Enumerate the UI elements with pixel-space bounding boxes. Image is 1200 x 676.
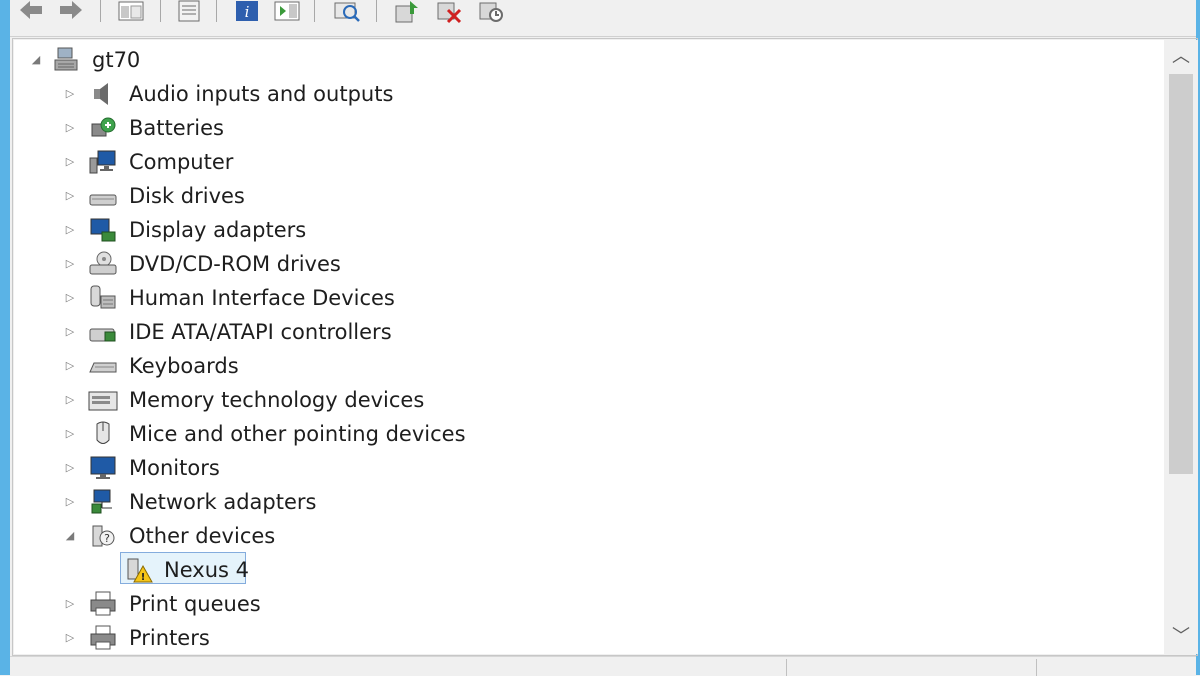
expand-arrow-icon[interactable]: ▷ — [62, 154, 78, 170]
expand-arrow-icon[interactable]: ▷ — [62, 290, 78, 306]
tree-item-label: Other devices — [129, 524, 276, 548]
collapse-arrow-icon[interactable]: ◢ — [62, 528, 78, 544]
forward-arrow-icon[interactable] — [56, 0, 86, 24]
tree-item-print-queues[interactable]: ▷ Print queues — [14, 588, 1154, 620]
back-arrow-icon[interactable] — [16, 0, 46, 24]
tree-item-label: Memory technology devices — [129, 388, 425, 412]
vertical-scrollbar[interactable]: ︿ ﹀ — [1164, 40, 1198, 654]
scroll-up-icon[interactable]: ︿ — [1164, 40, 1198, 74]
scan-hardware-changes-icon[interactable] — [332, 0, 362, 24]
tree-item-ide-ata-atapi-controllers[interactable]: ▷ IDE ATA/ATAPI controllers — [14, 316, 1154, 348]
expand-arrow-icon[interactable]: ▷ — [62, 222, 78, 238]
device-tree: ◢ gt70 ▷ Audio inputs and outputs ▷ Batt… — [14, 40, 1164, 654]
expand-arrow-icon[interactable]: ▷ — [62, 120, 78, 136]
dvd-drive-icon — [89, 251, 117, 275]
ide-controller-icon — [89, 328, 116, 342]
collapse-arrow-icon[interactable]: ◢ — [28, 52, 44, 68]
tree-item-label: Human Interface Devices — [129, 286, 395, 310]
unknown-device-icon: ? — [92, 525, 115, 547]
printer-icon — [90, 625, 116, 650]
show-hide-console-tree-icon[interactable] — [116, 0, 146, 24]
tree-item-printers[interactable]: ▷ Printers — [14, 622, 1154, 654]
expand-arrow-icon[interactable]: ▷ — [62, 596, 78, 612]
tree-item-display-adapters[interactable]: ▷ Display adapters — [14, 214, 1154, 246]
show-action-pane-icon[interactable] — [272, 0, 302, 24]
expand-arrow-icon[interactable]: ▷ — [62, 324, 78, 340]
toolbar: i — [10, 0, 1196, 37]
tree-item-human-interface-devices[interactable]: ▷ Human Interface Devices — [14, 282, 1154, 314]
tree-item-label: DVD/CD-ROM drives — [129, 252, 341, 276]
tree-item-label: Monitors — [129, 456, 220, 480]
speaker-icon — [94, 83, 108, 105]
computer-icon — [89, 150, 116, 174]
properties-icon[interactable] — [174, 0, 204, 24]
expand-arrow-icon[interactable]: ▷ — [62, 426, 78, 442]
tree-item-label: IDE ATA/ATAPI controllers — [129, 320, 392, 344]
monitor-icon — [90, 456, 116, 479]
uninstall-device-icon[interactable] — [434, 0, 464, 24]
keyboard-icon — [89, 362, 117, 373]
memory-device-icon — [88, 391, 118, 411]
tree-item-label: Mice and other pointing devices — [129, 422, 466, 446]
tree-root-label: gt70 — [92, 48, 141, 72]
tree-item-label: Display adapters — [129, 218, 307, 242]
tree-item-dvd-cd-rom-drives[interactable]: ▷ DVD/CD-ROM drives — [14, 248, 1154, 280]
scroll-down-icon[interactable]: ﹀ — [1164, 620, 1198, 654]
tree-item-label: Batteries — [129, 116, 224, 140]
disk-drive-icon — [89, 194, 117, 206]
mouse-icon — [96, 421, 110, 444]
expand-arrow-icon[interactable]: ▷ — [62, 256, 78, 272]
tree-item-label: Disk drives — [129, 184, 245, 208]
tree-item-label: Print queues — [129, 592, 261, 616]
tree-item-label: Network adapters — [129, 490, 317, 514]
expand-arrow-icon[interactable]: ▷ — [62, 494, 78, 510]
tree-item-mice-and-other-pointing-devices[interactable]: ▷ Mice and other pointing devices — [14, 418, 1154, 450]
tree-item-keyboards[interactable]: ▷ Keyboards — [14, 350, 1154, 382]
tree-item-label: Audio inputs and outputs — [129, 82, 394, 106]
tree-root-gt70[interactable]: ◢ gt70 — [14, 44, 1154, 76]
update-driver-icon[interactable] — [392, 0, 422, 24]
battery-icon — [91, 117, 116, 137]
tree-item-nexus-4[interactable]: ! Nexus 4 — [14, 552, 1154, 586]
hid-icon — [90, 285, 116, 309]
tree-item-disk-drives[interactable]: ▷ Disk drives — [14, 180, 1154, 212]
tree-item-label: Keyboards — [129, 354, 239, 378]
enable-device-icon[interactable] — [476, 0, 506, 24]
display-adapter-icon — [90, 218, 116, 242]
status-bar — [10, 656, 1196, 676]
tree-item-computer[interactable]: ▷ Computer — [14, 146, 1154, 178]
tree-item-batteries[interactable]: ▷ Batteries — [14, 112, 1154, 144]
svg-text:!: ! — [141, 572, 146, 583]
computer-root-icon — [54, 47, 78, 71]
svg-text:?: ? — [104, 532, 110, 545]
expand-arrow-icon[interactable]: ▷ — [62, 392, 78, 408]
tree-item-label: Printers — [129, 626, 210, 650]
window-frame-left — [0, 0, 10, 675]
expand-arrow-icon[interactable]: ▷ — [62, 460, 78, 476]
expand-arrow-icon[interactable]: ▷ — [62, 86, 78, 102]
svg-text:i: i — [245, 3, 250, 21]
tree-item-monitors[interactable]: ▷ Monitors — [14, 452, 1154, 484]
help-icon[interactable]: i — [232, 0, 262, 24]
tree-item-label: Nexus 4 — [164, 558, 249, 582]
expand-arrow-icon[interactable]: ▷ — [62, 188, 78, 204]
tree-item-label: Computer — [129, 150, 234, 174]
tree-item-network-adapters[interactable]: ▷ Network adapters — [14, 486, 1154, 518]
tree-item-memory-technology-devices[interactable]: ▷ Memory technology devices — [14, 384, 1154, 416]
warning-device-icon: ! — [127, 558, 153, 583]
expand-arrow-icon[interactable]: ▷ — [62, 630, 78, 646]
tree-item-audio-inputs-and-outputs[interactable]: ▷ Audio inputs and outputs — [14, 78, 1154, 110]
scrollbar-thumb[interactable] — [1169, 74, 1193, 474]
print-queue-icon — [90, 591, 116, 616]
network-adapter-icon — [91, 489, 112, 514]
tree-item-other-devices[interactable]: ◢ ? Other devices — [14, 520, 1154, 552]
expand-arrow-icon[interactable]: ▷ — [62, 358, 78, 374]
